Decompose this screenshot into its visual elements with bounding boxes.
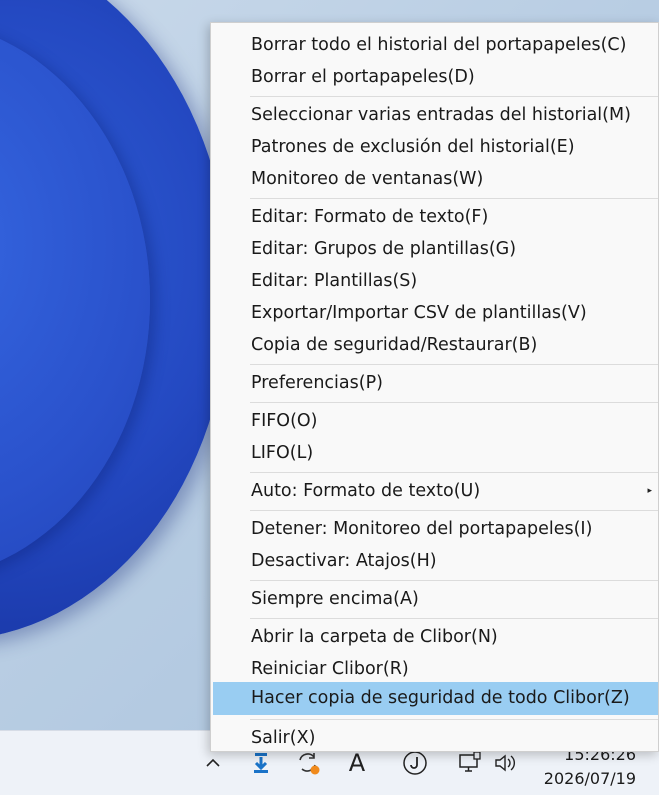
menu-item-clear-all-history[interactable]: Borrar todo el historial del portapapele…: [213, 29, 658, 61]
menu-item-window-monitoring[interactable]: Monitoreo de ventanas(W): [213, 163, 658, 195]
menu-separator: [250, 719, 658, 720]
menu-item-exclusion-patterns[interactable]: Patrones de exclusión del historial(E): [213, 131, 658, 163]
menu-item-clear-clipboard[interactable]: Borrar el portapapeles(D): [213, 61, 658, 93]
clock-date: 2026/07/19: [543, 769, 636, 788]
menu-item-disable-shortcuts[interactable]: Desactivar: Atajos(H): [213, 545, 658, 577]
menu-item-edit-template-groups[interactable]: Editar: Grupos de plantillas(G): [213, 233, 658, 265]
menu-item-auto-text-format[interactable]: Auto: Formato de texto(U) ▸: [213, 475, 658, 507]
menu-separator: [250, 472, 658, 473]
menu-separator: [250, 364, 658, 365]
context-menu: Borrar todo el historial del portapapele…: [210, 22, 659, 752]
menu-separator: [250, 510, 658, 511]
menu-item-lifo[interactable]: LIFO(L): [213, 437, 658, 469]
menu-item-restart[interactable]: Reiniciar Clibor(R): [213, 653, 658, 685]
menu-item-backup-restore[interactable]: Copia de seguridad/Restaurar(B): [213, 329, 658, 361]
menu-item-exit[interactable]: Salir(X): [213, 722, 658, 754]
menu-item-select-multiple[interactable]: Seleccionar varias entradas del historia…: [213, 99, 658, 131]
menu-separator: [250, 580, 658, 581]
menu-item-stop-monitoring[interactable]: Detener: Monitoreo del portapapeles(I): [213, 513, 658, 545]
submenu-arrow-icon: ▸: [647, 486, 652, 496]
menu-item-open-folder[interactable]: Abrir la carpeta de Clibor(N): [213, 621, 658, 653]
menu-separator: [250, 96, 658, 97]
menu-item-fifo[interactable]: FIFO(O): [213, 405, 658, 437]
menu-item-always-on-top[interactable]: Siempre encima(A): [213, 583, 658, 615]
menu-separator: [250, 402, 658, 403]
menu-item-edit-templates[interactable]: Editar: Plantillas(S): [213, 265, 658, 297]
menu-item-edit-text-format[interactable]: Editar: Formato de texto(F): [213, 201, 658, 233]
menu-item-auto-text-format-label: Auto: Formato de texto(U): [251, 481, 481, 501]
menu-separator: [250, 198, 658, 199]
menu-item-export-import-csv[interactable]: Exportar/Importar CSV de plantillas(V): [213, 297, 658, 329]
menu-item-preferences[interactable]: Preferencias(P): [213, 367, 658, 399]
menu-item-full-backup[interactable]: Hacer copia de seguridad de todo Clibor(…: [213, 682, 658, 715]
menu-separator: [250, 618, 658, 619]
